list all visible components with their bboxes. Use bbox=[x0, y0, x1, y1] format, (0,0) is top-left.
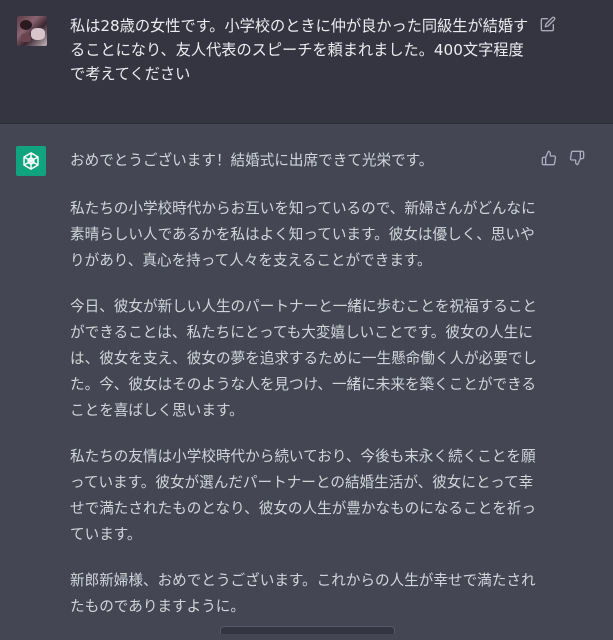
reply-paragraph-4: 私たちの友情は小学校時代から続いており、今後も末永く続くことを願っています。彼女… bbox=[70, 448, 536, 543]
edit-pencil-icon bbox=[540, 16, 556, 32]
assistant-avatar bbox=[16, 146, 46, 176]
user-avatar bbox=[17, 16, 47, 46]
assistant-message-row: おめでとうございます！結婚式に出席できて光栄です。 私たちの小学校時代からお互い… bbox=[0, 124, 613, 634]
reply-paragraph-3: 今日、彼女が新しい人生のパートナーと一緒に歩むことを祝福することができることは、… bbox=[70, 298, 538, 419]
openai-logo-icon bbox=[23, 152, 39, 170]
reply-paragraph-2: 私たちの小学校時代からお互いを知っているので、新婦さんがどんなに素晴らしい人であ… bbox=[70, 200, 536, 269]
user-message-text: 私は28歳の女性です。小学校のときに仲が良かった同級生が結婚することになり、友人… bbox=[70, 17, 529, 83]
user-message-row: 私は28歳の女性です。小学校のときに仲が良かった同級生が結婚することになり、友人… bbox=[0, 0, 613, 124]
regenerate-response-button[interactable] bbox=[220, 626, 395, 634]
thumbs-down-icon bbox=[569, 150, 585, 166]
reply-paragraph-5: 新郎新婦様、おめでとうございます。これからの人生が幸せで満たされたものであります… bbox=[70, 572, 536, 615]
reply-paragraph-1: おめでとうございます！結婚式に出席できて光栄です。 bbox=[70, 152, 434, 169]
edit-message-button[interactable] bbox=[540, 16, 560, 36]
assistant-reply: おめでとうございます！結婚式に出席できて光栄です。 私たちの小学校時代からお互い… bbox=[70, 148, 540, 640]
thumbs-up-button[interactable] bbox=[541, 150, 559, 168]
thumbs-up-icon bbox=[541, 150, 557, 166]
thumbs-down-button[interactable] bbox=[569, 150, 587, 168]
